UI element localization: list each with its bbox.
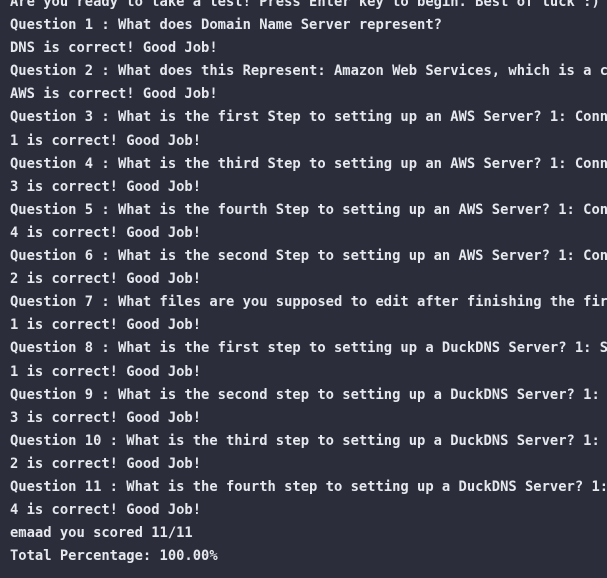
question-11-line: Question 11 : What is the fourth step to… (10, 478, 607, 495)
answer-9-line: 3 is correct! Good Job! (10, 409, 202, 426)
answer-1-line: DNS is correct! Good Job! (10, 40, 218, 57)
answer-7-line: 1 is correct! Good Job! (10, 317, 202, 334)
answer-5-line: 4 is correct! Good Job! (10, 224, 202, 241)
answer-8-line: 1 is correct! Good Job! (10, 363, 202, 380)
answer-3-line: 1 is correct! Good Job! (10, 132, 202, 149)
question-8-line: Question 8 : What is the first step to s… (10, 340, 607, 357)
terminal-output: Are you ready to take a test! Press Ente… (10, 0, 607, 568)
answer-10-line: 2 is correct! Good Job! (10, 455, 202, 472)
question-2-line: Question 2 : What does this Represent: A… (10, 63, 607, 80)
score-line: emaad you scored 11/11 (10, 525, 193, 542)
percentage-line: Total Percentage: 100.00% (10, 548, 218, 565)
question-6-line: Question 6 : What is the second Step to … (10, 248, 607, 265)
answer-2-line: AWS is correct! Good Job! (10, 86, 218, 103)
question-5-line: Question 5 : What is the fourth Step to … (10, 201, 607, 218)
question-10-line: Question 10 : What is the third step to … (10, 432, 607, 449)
question-1-line: Question 1 : What does Domain Name Serve… (10, 17, 442, 34)
question-4-line: Question 4 : What is the third Step to s… (10, 155, 607, 172)
question-9-line: Question 9 : What is the second step to … (10, 386, 607, 403)
question-7-line: Question 7 : What files are you supposed… (10, 294, 607, 311)
intro-line: Are you ready to take a test! Press Ente… (10, 0, 600, 10)
answer-11-line: 4 is correct! Good Job! (10, 502, 202, 519)
terminal-window[interactable]: Are you ready to take a test! Press Ente… (0, 0, 607, 578)
answer-6-line: 2 is correct! Good Job! (10, 271, 202, 288)
answer-4-line: 3 is correct! Good Job! (10, 178, 202, 195)
question-3-line: Question 3 : What is the first Step to s… (10, 109, 607, 126)
